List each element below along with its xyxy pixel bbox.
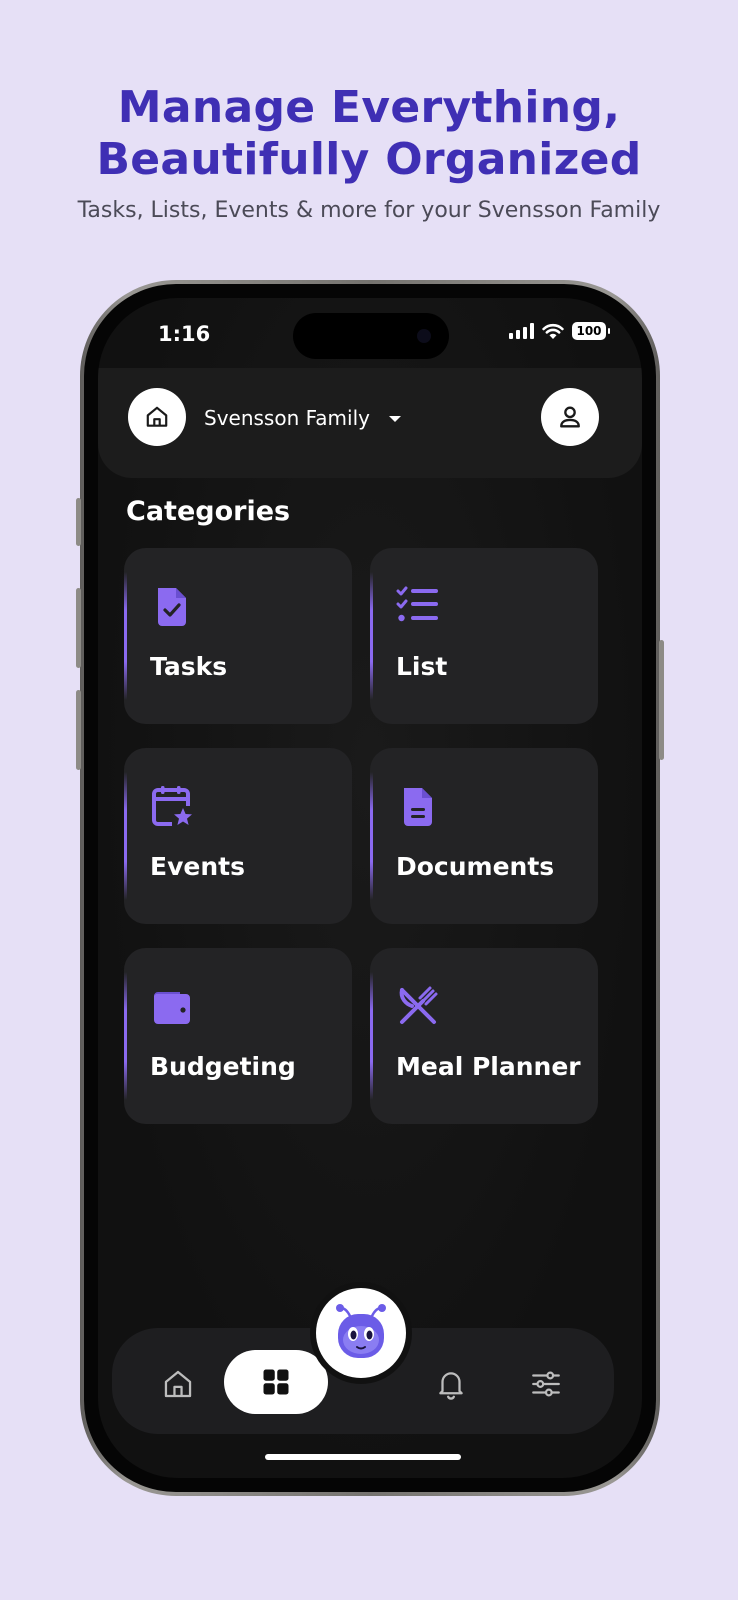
promo-headline: Manage Everything, Beautifully Organized: [0, 82, 738, 186]
category-card-events[interactable]: Events: [124, 748, 352, 924]
family-selector[interactable]: Svensson Family: [204, 406, 370, 430]
checklist-icon: [396, 586, 438, 622]
bell-icon: [439, 1372, 463, 1400]
wifi-icon: [542, 323, 564, 339]
category-label-events: Events: [150, 852, 245, 881]
home-icon: [164, 1370, 192, 1398]
category-label-tasks: Tasks: [150, 652, 228, 681]
profile-button[interactable]: [541, 388, 599, 446]
category-card-budgeting[interactable]: Budgeting: [124, 948, 352, 1124]
calendar-star-icon: [152, 786, 192, 826]
category-label-meal-planner: Meal Planner: [396, 1052, 581, 1081]
phone-power-button: [659, 640, 664, 760]
home-indicator: [265, 1454, 461, 1460]
category-card-meal-planner[interactable]: Meal Planner: [370, 948, 598, 1124]
mascot-icon: [336, 1304, 386, 1358]
sliders-icon: [532, 1371, 560, 1397]
promo-headline-line2: Beautifully Organized: [96, 134, 642, 185]
nav-home[interactable]: [156, 1362, 200, 1406]
wallet-icon: [154, 992, 190, 1024]
nav-categories[interactable]: [224, 1350, 328, 1414]
status-time: 1:16: [158, 322, 211, 346]
category-label-documents: Documents: [396, 852, 555, 881]
user-icon: [560, 406, 580, 428]
chevron-down-icon[interactable]: [389, 416, 401, 422]
phone-action-button: [76, 498, 81, 546]
assistant-mascot-button[interactable]: [316, 1288, 406, 1378]
category-label-list: List: [396, 652, 448, 681]
app-screen: 1:16 100 Svensson Family Categories Task…: [98, 298, 642, 1478]
document-icon: [404, 788, 432, 826]
category-card-tasks[interactable]: Tasks: [124, 548, 352, 724]
categories-title: Categories: [126, 496, 291, 527]
nav-notifications[interactable]: [429, 1362, 473, 1406]
fork-knife-icon: [399, 986, 438, 1024]
dynamic-island: [293, 313, 449, 359]
home-icon: [146, 406, 168, 427]
file-check-icon: [158, 588, 186, 626]
promo-headline-line1: Manage Everything,: [117, 82, 621, 133]
category-card-documents[interactable]: Documents: [370, 748, 598, 924]
promo-subheadline: Tasks, Lists, Events & more for your Sve…: [77, 198, 661, 223]
nav-settings[interactable]: [524, 1362, 568, 1406]
phone-volume-down-button: [76, 690, 81, 770]
family-home-button[interactable]: [128, 388, 186, 446]
category-card-list[interactable]: List: [370, 548, 598, 724]
status-indicators: 100: [509, 322, 610, 340]
phone-volume-up-button: [76, 588, 81, 668]
cellular-signal-icon: [509, 323, 534, 339]
battery-indicator: 100: [572, 322, 610, 340]
grid-icon: [263, 1369, 289, 1395]
category-label-budgeting: Budgeting: [150, 1052, 296, 1081]
